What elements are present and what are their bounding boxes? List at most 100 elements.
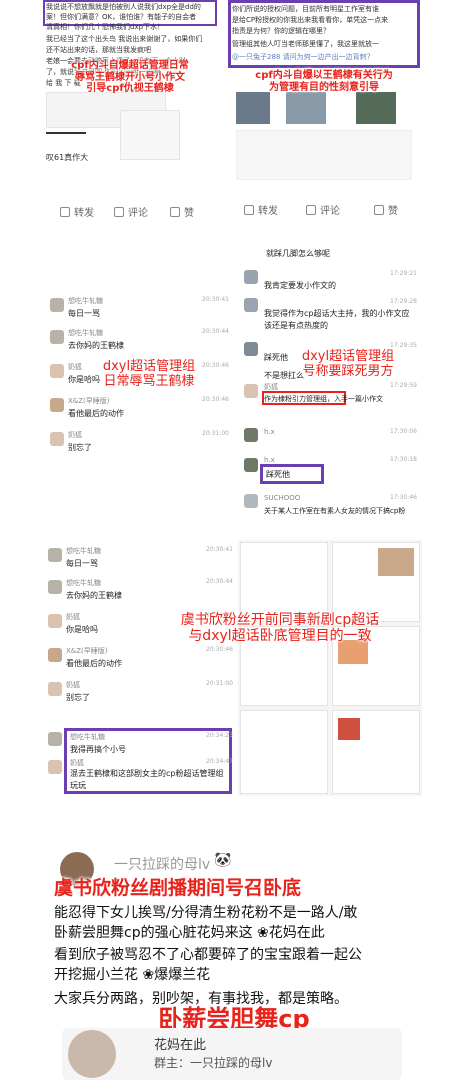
sender-name: 想吃牛轧糖 [70,733,105,741]
message-text: 别忘了 [68,443,92,452]
post-line: 我已经当了这个出头鸟 我说出来谢谢了，如果你们 [46,35,203,43]
annotation-overlay: 虞书欣粉丝开前同事新剧cp超话 与dxyl超话卧底管理目的一致 [180,612,380,645]
message-text: 每日一骂 [68,309,100,318]
panda-emoji-icon: 🐼 [214,852,232,868]
mid-left-chat: 想吃牛轧糖 每日一骂 20:30:41 想吃牛轧糖 去你妈的王鹤棣 20:30:… [44,292,232,464]
sender-name: 奶狐 [66,613,80,621]
like-icon [170,206,180,217]
sender-name: 想吃牛轧糖 [66,547,101,555]
row3-left-chat: 想吃牛轧糖 每日一骂 20:30:41 想吃牛轧糖 去你妈的王鹤棣 20:30:… [44,544,234,796]
timestamp: 17:29:21 [390,270,417,277]
annotation-overlay: dxyl超话管理组 日常辱骂王鹤棣 [102,359,196,389]
repost-label: 转发 [74,208,94,219]
message-text: 混去王鹤棣和这部剧女主的cp粉超话管理组玩玩 [70,769,224,790]
timestamp: 17:30:46 [390,494,417,501]
post-line: 能忍得下女儿挨骂/分得清生粉花粉不是一路人/敢 [54,905,358,921]
repost-icon [244,204,254,215]
timestamp: 20:31:00 [202,430,229,437]
comment-icon [306,204,316,215]
timestamp: 20:30:41 [206,546,233,553]
annotation-overlay: 虞书欣粉丝剧播期间号召卧底 [54,877,302,899]
post-line: 指责是为何？你的逻辑在哪里？ [232,27,330,35]
repost-icon [60,206,70,217]
timestamp: 20:31:00 [206,680,233,687]
photo-thumbnail [338,718,360,740]
annotation-overlay: cpf内斗自爆以王鹤棣有关行为 为管理有目的性刻意引导 [255,70,393,93]
top-right-screenshot: 你们所说的授权问题，目前所有明星工作室有谁 是给CP粉授权的你我出来我看看你，单… [226,0,422,225]
like-label: 赞 [184,208,194,219]
avatar [50,330,64,344]
message-text: 作为棣粉引力管理组，入手一篇小作文 [264,395,383,403]
avatar [48,614,62,628]
photo-thumbnail [356,92,396,124]
photo-thumbnail [286,92,326,124]
timestamp: 17:30:06 [390,428,417,435]
timestamp: 20:30:44 [206,578,233,585]
timestamp: 20:34:23 [206,732,233,739]
avatar [50,432,64,446]
message-text: 去你妈的王鹤棣 [68,341,124,350]
avatar [244,494,258,508]
sender-name: 想吃牛轧糖 [68,297,103,305]
screenshot-tile [240,710,328,794]
message-text: 踩死他 [266,470,290,479]
post-line: 清真相！你们几个恐怖我们dxp下水！ [46,23,165,31]
avatar [48,548,62,562]
group-avatar [68,1030,116,1078]
like-button[interactable]: 赞 [374,202,398,217]
message-text: 我得再搞个小号 [70,745,126,754]
mid-right-chat: 就踩几脚怎么够呢 17:29:21 我肯定要发小作文的 17:29:28 我觉得… [238,244,422,532]
comment-icon [114,206,124,217]
avatar [50,364,64,378]
sender-name: X&Z(早睡版) [66,647,108,655]
message-text: 你是哈吗 [66,625,98,634]
timestamp: 20:30:41 [202,296,229,303]
avatar [244,342,258,356]
divider [46,132,86,134]
bottom-post: 一只拉踩的母lv 🐼 虞书欣粉丝剧播期间号召卧底 能忍得下女儿挨骂/分得清生粉花… [44,850,424,1080]
repost-label: 转发 [258,206,278,217]
comment-button[interactable]: 评论 [306,202,340,217]
comment-label: 评论 [128,208,148,219]
comment-button[interactable]: 评论 [114,204,148,219]
avatar [244,458,258,472]
timestamp: 20:30:46 [202,396,229,403]
annotation-overlay: cpf内斗自爆超话管理日常 辱骂王鹤棣开小号小作文 引导cpf仇视王鹤棣 [71,60,189,94]
poster-name: 一只拉踩的母lv [114,857,211,873]
sender-name: X&Z(早睡版) [68,397,110,405]
post-line: 管理组其他人叮当老师那里懂了，我这里就放一 [232,40,379,48]
repost-button[interactable]: 转发 [60,204,94,219]
annotation-overlay: dxyl超话管理组 号称要踩死男方 [301,349,395,379]
photo-thumbnail [378,548,414,576]
message-text: 看他最后的动作 [66,659,122,668]
avatar [244,270,258,284]
avatar [48,648,62,662]
timestamp: 20:34:47 [206,758,233,765]
message-text: 别忘了 [66,693,90,702]
avatar [50,398,64,412]
avatar [48,760,62,774]
screenshot-tile [240,542,328,622]
avatar [50,298,64,312]
sender-name: 想吃牛轧糖 [68,329,103,337]
row3-right-collage [238,540,422,796]
message-text: 关于某人工作室在有素人女友的情况下搞cp粉 [264,507,406,515]
repost-button[interactable]: 转发 [244,202,278,217]
message-text: 每日一骂 [66,559,98,568]
message-text: 去你妈的王鹤棣 [66,591,122,600]
like-icon [374,204,384,215]
sender-name: SUCHOOO [264,494,301,502]
like-button[interactable]: 赞 [170,204,194,219]
timestamp: 20:30:46 [206,646,233,653]
post-line: 还不站出来的话，那就当我发疯吧 [46,46,151,54]
like-label: 赞 [388,206,398,217]
timestamp: 20:30:44 [202,328,229,335]
comment-label: 评论 [320,206,340,217]
group-name: 花妈在此 [154,1038,207,1053]
avatar [48,732,62,746]
post-line: 你们所说的授权问题，目前所有明星工作室有谁 [232,5,379,13]
message-text: 就踩几脚怎么够呢 [266,249,330,258]
message-text: 看他最后的动作 [68,409,124,418]
timestamp: 17:29:28 [390,298,417,305]
post-line: @一只兔子288 请问为何一边产出一边背刺？ [232,53,374,61]
